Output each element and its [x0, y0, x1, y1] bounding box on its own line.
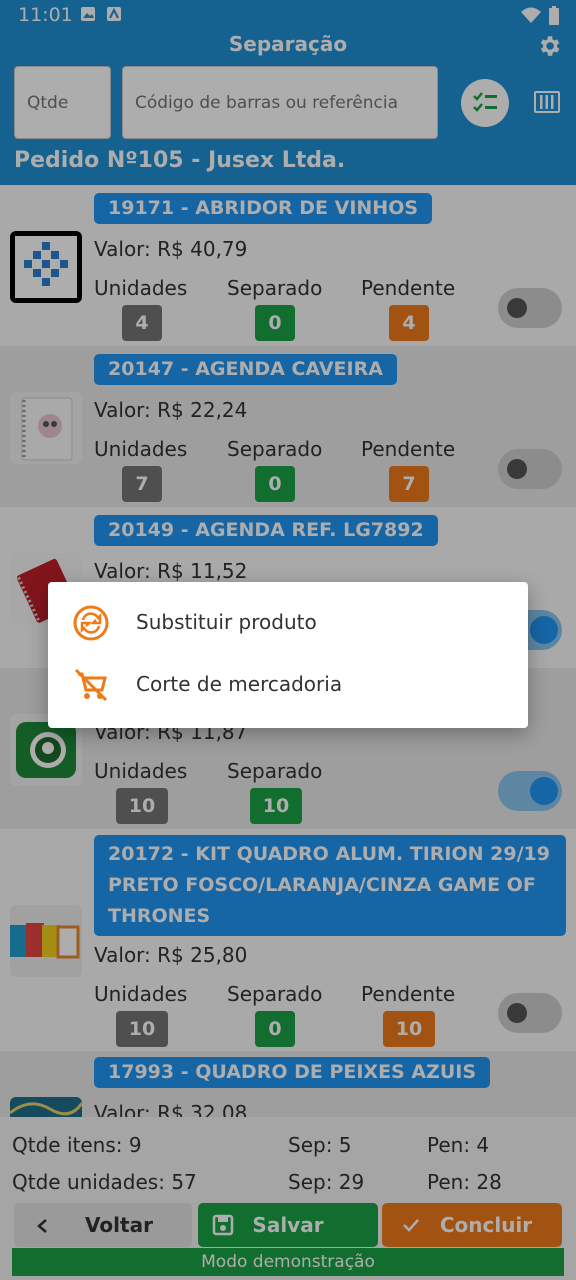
substitute-product-option[interactable]: Substituir produto — [48, 592, 528, 654]
goods-cut-option[interactable]: Corte de mercadoria — [48, 654, 528, 716]
goods-cut-label: Corte de mercadoria — [136, 672, 343, 696]
item-options-dialog: Substituir produto Corte de mercadoria — [48, 582, 528, 728]
swap-icon — [73, 605, 109, 641]
substitute-product-label: Substituir produto — [136, 610, 317, 634]
cart-off-icon — [74, 668, 108, 702]
